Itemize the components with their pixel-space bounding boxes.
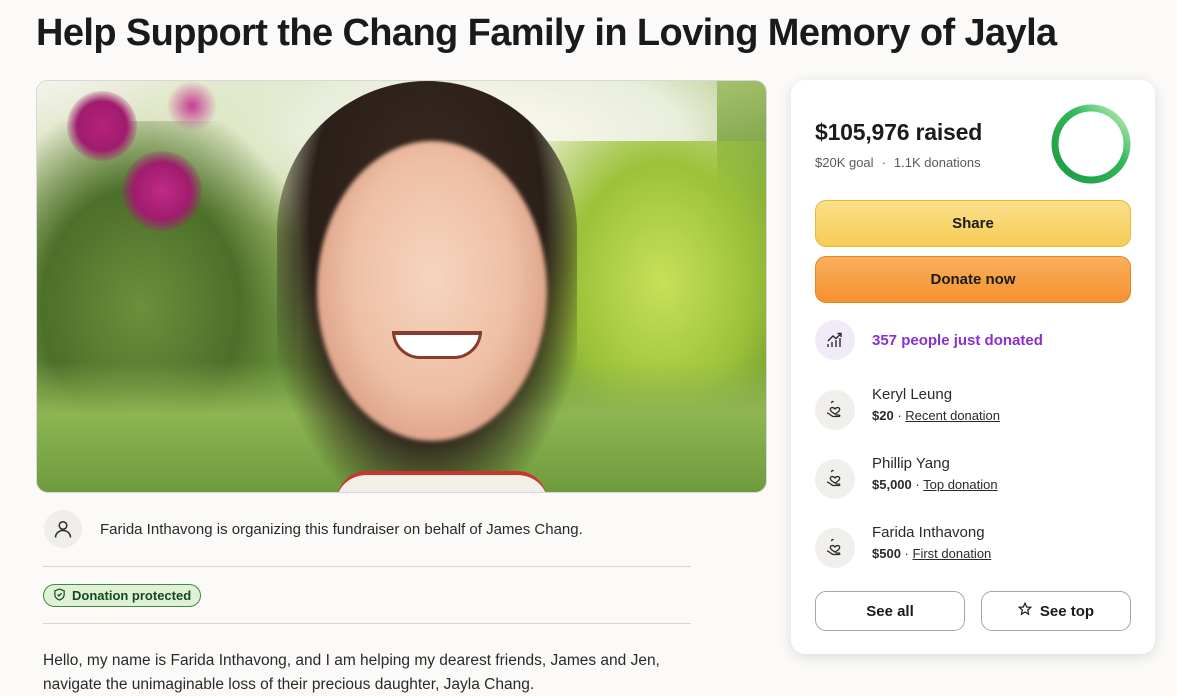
donation-protected-badge[interactable]: Donation protected <box>43 584 202 607</box>
donation-item: Keryl Leung $20 · Recent donation <box>815 384 1000 430</box>
separator: · <box>881 155 886 170</box>
donation-card: $105,976 raised $20K goal · 1.1K donatio… <box>791 80 1155 654</box>
donation-amount: $20 <box>872 408 894 423</box>
amount-raised: $105,976 raised <box>815 119 983 145</box>
donation-item: Farida Inthavong $500 · First donation <box>815 522 991 568</box>
see-all-button[interactable]: See all <box>815 591 965 631</box>
page-title: Help Support the Chang Family in Loving … <box>36 12 1057 54</box>
goal-summary: $20K goal · 1.1K donations <box>815 155 981 170</box>
donate-now-button[interactable]: Donate now <box>815 256 1131 303</box>
organizer-text: Farida Inthavong is organizing this fund… <box>100 520 583 538</box>
divider <box>43 566 691 567</box>
story-line: Hello, my name is Farida Inthavong, and … <box>43 652 660 669</box>
donation-item: Phillip Yang $5,000 · Top donation <box>815 453 998 499</box>
organizer-info: Farida Inthavong is organizing this fund… <box>44 510 583 548</box>
donor-name: Keryl Leung <box>872 386 953 403</box>
separator: · <box>897 408 902 423</box>
separator: · <box>904 546 909 561</box>
donor-name: Phillip Yang <box>872 455 950 472</box>
user-icon <box>44 510 82 548</box>
heart-hand-icon <box>815 528 855 568</box>
trend-text: 357 people just donated <box>872 331 1043 349</box>
badge-label: Donation protected <box>72 588 192 603</box>
story-text: Hello, my name is Farida Inthavong, and … <box>43 649 703 696</box>
donation-amount: $500 <box>872 546 901 561</box>
heart-hand-icon <box>815 390 855 430</box>
heart-hand-icon <box>815 459 855 499</box>
share-button[interactable]: Share <box>815 200 1131 247</box>
separator: · <box>915 477 920 492</box>
donation-type-link[interactable]: First donation <box>913 546 992 561</box>
fundraiser-cover-photo[interactable] <box>36 80 767 493</box>
donation-count: 1.1K donations <box>893 155 981 170</box>
donation-type-link[interactable]: Top donation <box>923 477 997 492</box>
shield-icon <box>53 587 66 604</box>
goal-amount: $20K goal <box>815 155 874 170</box>
donation-type-link[interactable]: Recent donation <box>905 408 1000 423</box>
donation-amount: $5,000 <box>872 477 912 492</box>
divider <box>43 623 691 624</box>
story-line: navigate the unimaginable loss of their … <box>43 676 535 693</box>
see-all-label: See all <box>866 602 914 620</box>
trending-up-icon <box>815 320 855 360</box>
progress-ring <box>1051 104 1131 184</box>
see-top-button[interactable]: See top <box>981 591 1131 631</box>
see-top-label: See top <box>1039 602 1095 620</box>
donor-name: Farida Inthavong <box>872 524 985 541</box>
recent-donations-trend: 357 people just donated <box>815 320 1043 360</box>
star-icon <box>1017 601 1033 620</box>
